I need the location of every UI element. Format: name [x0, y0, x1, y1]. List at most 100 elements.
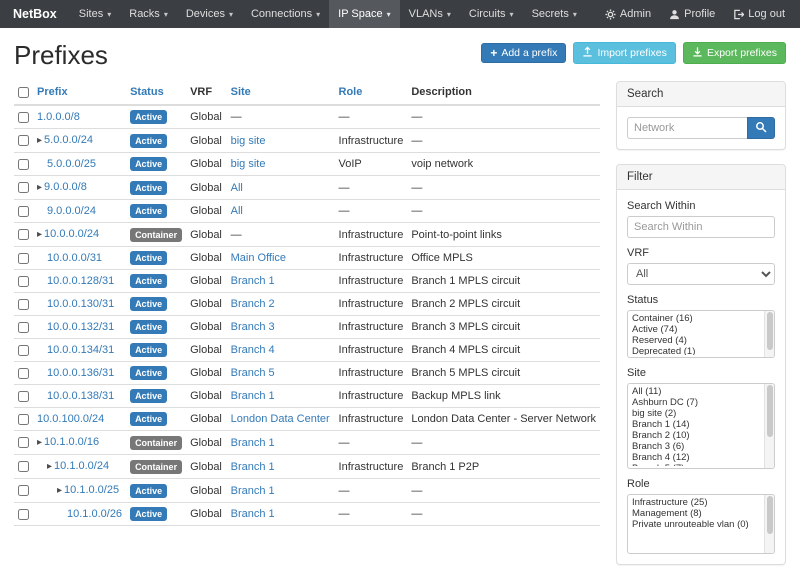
prefix-link[interactable]: 10.0.0.136/31: [47, 367, 114, 379]
site-link[interactable]: Branch 1: [231, 437, 275, 449]
filter-option[interactable]: big site (2): [628, 408, 763, 419]
prefix-link[interactable]: 9.0.0.0/8: [44, 181, 87, 193]
prefix-link[interactable]: 1.0.0.0/8: [37, 111, 80, 123]
row-checkbox[interactable]: [18, 276, 29, 287]
filter-option[interactable]: Branch 1 (14): [628, 419, 763, 430]
row-checkbox[interactable]: [18, 509, 29, 520]
row-checkbox[interactable]: [18, 368, 29, 379]
prefix-link[interactable]: 10.1.0.0/25: [64, 484, 119, 496]
row-checkbox[interactable]: [18, 437, 29, 448]
prefix-link[interactable]: 10.0.0.130/31: [47, 298, 114, 310]
nav-item-secrets[interactable]: Secrets ▾: [523, 0, 586, 28]
filter-option[interactable]: All (11): [628, 386, 763, 397]
nav-item-ip-space[interactable]: IP Space ▾: [329, 0, 399, 28]
app-brand[interactable]: NetBox: [0, 0, 70, 28]
row-checkbox[interactable]: [18, 485, 29, 496]
row-checkbox[interactable]: [18, 229, 29, 240]
row-checkbox[interactable]: [18, 159, 29, 170]
nav-item-admin[interactable]: Admin: [596, 0, 660, 28]
nav-item-vlans[interactable]: VLANs ▾: [400, 0, 460, 28]
prefix-link[interactable]: 10.0.100.0/24: [37, 413, 104, 425]
scrollbar[interactable]: [764, 311, 774, 357]
role-listbox[interactable]: Infrastructure (25)Management (8)Private…: [627, 494, 775, 554]
site-link[interactable]: Branch 1: [231, 485, 275, 497]
scrollbar-thumb[interactable]: [767, 496, 773, 534]
filter-option[interactable]: Branch 3 (6): [628, 441, 763, 452]
prefix-link[interactable]: 10.1.0.0/16: [44, 436, 99, 448]
scrollbar-thumb[interactable]: [767, 312, 773, 350]
filter-option[interactable]: Management (8): [628, 508, 763, 519]
site-link[interactable]: big site: [231, 135, 266, 147]
prefix-link[interactable]: 5.0.0.0/25: [47, 158, 96, 170]
scrollbar[interactable]: [764, 384, 774, 468]
row-checkbox[interactable]: [18, 112, 29, 123]
filter-option[interactable]: Reserved (4): [628, 335, 763, 346]
nav-item-devices[interactable]: Devices ▾: [177, 0, 242, 28]
export-prefixes-button[interactable]: Export prefixes: [683, 42, 786, 64]
site-link[interactable]: big site: [231, 158, 266, 170]
nav-item-profile[interactable]: Profile: [660, 0, 724, 28]
nav-item-circuits[interactable]: Circuits ▾: [460, 0, 523, 28]
prefix-link[interactable]: 10.1.0.0/24: [54, 460, 109, 472]
site-link[interactable]: Branch 3: [231, 321, 275, 333]
row-checkbox[interactable]: [18, 253, 29, 264]
column-header-status[interactable]: Status: [126, 81, 186, 105]
filter-option[interactable]: Branch 5 (7): [628, 463, 763, 466]
scrollbar[interactable]: [764, 495, 774, 553]
site-link[interactable]: All: [231, 182, 243, 194]
prefix-link[interactable]: 9.0.0.0/24: [47, 205, 96, 217]
row-checkbox[interactable]: [18, 135, 29, 146]
filter-option[interactable]: Infrastructure (25): [628, 497, 763, 508]
search-input[interactable]: [627, 117, 748, 139]
nav-item-sites[interactable]: Sites ▾: [70, 0, 120, 28]
row-checkbox[interactable]: [18, 461, 29, 472]
search-button[interactable]: [747, 117, 775, 139]
filter-option[interactable]: Container (16): [628, 313, 763, 324]
prefix-link[interactable]: 10.0.0.134/31: [47, 344, 114, 356]
filter-option[interactable]: Active (74): [628, 324, 763, 335]
nav-item-racks[interactable]: Racks ▾: [120, 0, 177, 28]
scrollbar-thumb[interactable]: [767, 385, 773, 437]
filter-option[interactable]: Branch 4 (12): [628, 452, 763, 463]
column-header-role[interactable]: Role: [335, 81, 408, 105]
filter-option[interactable]: Private unrouteable vlan (0): [628, 519, 763, 530]
filter-option[interactable]: Deprecated (1): [628, 346, 763, 355]
row-checkbox[interactable]: [18, 345, 29, 356]
select-all-checkbox[interactable]: [18, 87, 29, 98]
nav-item-logout[interactable]: Log out: [724, 0, 794, 28]
prefix-link[interactable]: 10.0.0.128/31: [47, 275, 114, 287]
site-link[interactable]: Branch 1: [231, 461, 275, 473]
search-within-input[interactable]: [627, 216, 775, 238]
nav-item-connections[interactable]: Connections ▾: [242, 0, 329, 28]
prefix-link[interactable]: 10.0.0.0/24: [44, 228, 99, 240]
import-prefixes-button[interactable]: Import prefixes: [573, 42, 675, 64]
column-header-site[interactable]: Site: [227, 81, 335, 105]
status-listbox[interactable]: Container (16)Active (74)Reserved (4)Dep…: [627, 310, 775, 358]
column-header-prefix[interactable]: Prefix: [33, 81, 126, 105]
filter-option[interactable]: Branch 2 (10): [628, 430, 763, 441]
row-checkbox[interactable]: [18, 414, 29, 425]
site-link[interactable]: Branch 1: [231, 390, 275, 402]
site-link[interactable]: Main Office: [231, 252, 286, 264]
row-checkbox[interactable]: [18, 322, 29, 333]
vrf-select[interactable]: All: [627, 263, 775, 285]
row-checkbox[interactable]: [18, 182, 29, 193]
row-checkbox[interactable]: [18, 391, 29, 402]
site-link[interactable]: London Data Center: [231, 413, 330, 425]
prefix-link[interactable]: 10.0.0.132/31: [47, 321, 114, 333]
prefix-link[interactable]: 5.0.0.0/24: [44, 134, 93, 146]
prefix-link[interactable]: 10.1.0.0/26: [67, 508, 122, 520]
prefix-link[interactable]: 10.0.0.0/31: [47, 252, 102, 264]
site-link[interactable]: Branch 5: [231, 367, 275, 379]
site-listbox[interactable]: All (11)Ashburn DC (7)big site (2)Branch…: [627, 383, 775, 469]
prefix-link[interactable]: 10.0.0.138/31: [47, 390, 114, 402]
site-link[interactable]: Branch 1: [231, 508, 275, 520]
row-checkbox[interactable]: [18, 206, 29, 217]
site-link[interactable]: All: [231, 205, 243, 217]
row-checkbox[interactable]: [18, 299, 29, 310]
site-link[interactable]: Branch 4: [231, 344, 275, 356]
site-link[interactable]: Branch 1: [231, 275, 275, 287]
filter-option[interactable]: Ashburn DC (7): [628, 397, 763, 408]
add-prefix-button[interactable]: + Add a prefix: [481, 43, 566, 63]
site-link[interactable]: Branch 2: [231, 298, 275, 310]
